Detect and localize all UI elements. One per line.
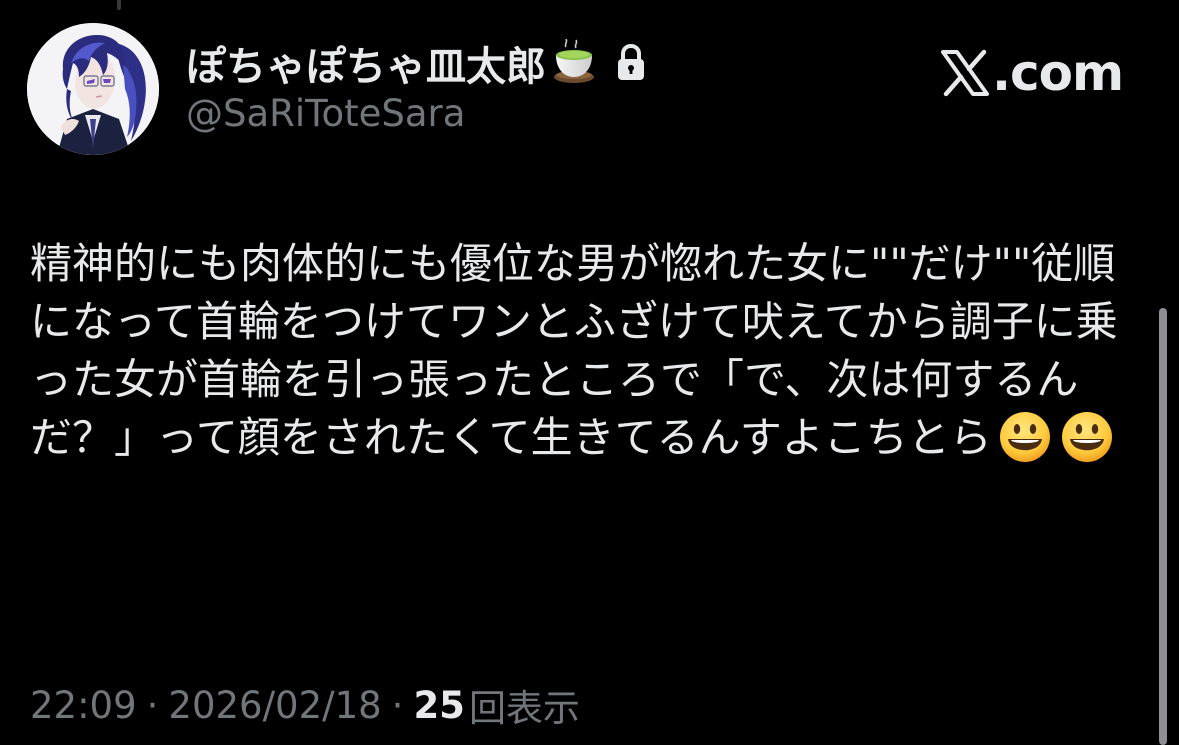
- author-handle[interactable]: @SaRiToteSara: [186, 92, 465, 135]
- tweet-text: 精神的にも肉体的にも優位な男が惚れた女に""だけ""従順になって首輪をつけてワン…: [30, 239, 1118, 462]
- lock-icon: [614, 43, 648, 83]
- view-count: 25: [413, 683, 465, 727]
- avatar[interactable]: [27, 23, 159, 155]
- brand-text: .com: [992, 44, 1124, 102]
- x-logo-icon: [941, 49, 989, 97]
- teacup-icon: [550, 38, 598, 87]
- avatar-illustration: [27, 23, 159, 155]
- tweet-time[interactable]: 22:09: [30, 684, 137, 727]
- meta-separator: ·: [391, 683, 404, 727]
- brand-watermark: .com: [940, 40, 1124, 106]
- tweet-meta: 22:09 · 2026/02/18 · 25 回表示: [30, 680, 580, 731]
- grinning-face-icon: [1061, 411, 1112, 462]
- tweet-emojis: [998, 410, 1114, 464]
- scrollbar[interactable]: [1159, 308, 1167, 745]
- top-edge-mark: [117, 0, 121, 10]
- meta-separator: ·: [146, 683, 159, 727]
- scrollbar-thumb[interactable]: [1159, 308, 1167, 745]
- views-label: 回表示: [468, 687, 580, 730]
- display-name[interactable]: ぽちゃぽちゃ皿太郎: [186, 34, 546, 92]
- tweet-date[interactable]: 2026/02/18: [168, 684, 381, 727]
- tweet-body: 精神的にも肉体的にも優位な男が惚れた女に""だけ""従順になって首輪をつけてワン…: [30, 235, 1135, 468]
- author-name-row: ぽちゃぽちゃ皿太郎: [186, 36, 648, 90]
- grinning-face-icon: [999, 411, 1050, 462]
